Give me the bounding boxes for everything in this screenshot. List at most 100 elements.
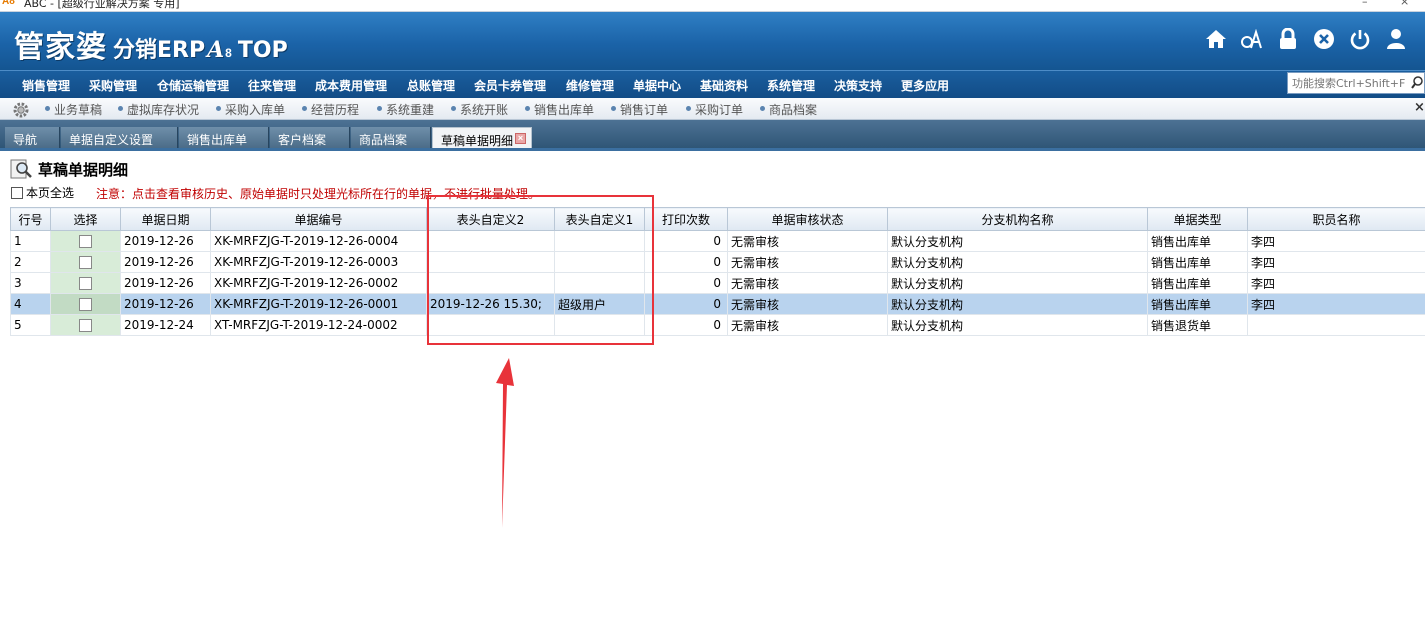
menu-warehouse[interactable]: 仓储运输管理 <box>157 77 229 94</box>
quick-link-purchase-in[interactable]: 采购入库单 <box>216 101 285 118</box>
col-select[interactable]: 选择 <box>50 207 121 231</box>
table-cell: 销售出库单 <box>1147 251 1248 273</box>
menu-more-apps[interactable]: 更多应用 <box>901 77 949 94</box>
row-select-cell[interactable] <box>50 272 121 294</box>
col-row-no[interactable]: 行号 <box>10 207 51 231</box>
minimize-icon[interactable]: – <box>1362 0 1368 8</box>
table-cell: XT-MRFZJG-T-2019-12-24-0002 <box>210 314 427 336</box>
table-cell <box>1247 314 1425 336</box>
menu-system[interactable]: 系统管理 <box>767 77 815 94</box>
row-checkbox[interactable] <box>79 298 92 311</box>
menu-basic-data[interactable]: 基础资料 <box>700 77 748 94</box>
menu-purchase[interactable]: 采购管理 <box>89 77 137 94</box>
menu-documents[interactable]: 单据中心 <box>633 77 681 94</box>
quick-link-virtual-stock[interactable]: 虚拟库存状况 <box>118 101 199 118</box>
table-cell: 无需审核 <box>727 230 888 252</box>
quick-link-history[interactable]: 经营历程 <box>302 101 359 118</box>
quick-link-sales-out[interactable]: 销售出库单 <box>525 101 594 118</box>
tab-nav[interactable]: 导航 <box>5 127 60 148</box>
close-circle-icon[interactable] <box>1311 26 1337 52</box>
table-cell: 无需审核 <box>727 251 888 273</box>
app-banner: 管家婆 分销ERP A 8 TOP <box>0 12 1425 70</box>
quick-link-draft[interactable]: 业务草稿 <box>45 101 102 118</box>
menu-sales[interactable]: 销售管理 <box>22 77 70 94</box>
table-row[interactable]: 5 2019-12-24 XT-MRFZJG-T-2019-12-24-0002 0 无… <box>10 314 1425 336</box>
quick-link-open-account[interactable]: 系统开账 <box>451 101 508 118</box>
gear-icon[interactable] <box>12 101 30 119</box>
quick-links-bar: 业务草稿 虚拟库存状况 采购入库单 经营历程 系统重建 系统开账 销售出库单 销… <box>0 98 1425 120</box>
row-select-cell[interactable] <box>50 293 121 315</box>
table-cell: 3 <box>10 272 51 294</box>
col-employee[interactable]: 职员名称 <box>1247 207 1425 231</box>
function-search <box>1287 72 1425 94</box>
row-checkbox[interactable] <box>79 235 92 248</box>
tab-customers[interactable]: 客户档案 <box>270 127 350 148</box>
col-doc-type[interactable]: 单据类型 <box>1147 207 1248 231</box>
menu-decision[interactable]: 决策支持 <box>834 77 882 94</box>
select-all-checkbox[interactable] <box>11 186 23 199</box>
menu-cost[interactable]: 成本费用管理 <box>315 77 387 94</box>
tab-close-icon[interactable]: × <box>515 133 526 144</box>
tab-products[interactable]: 商品档案 <box>351 127 431 148</box>
quick-link-product[interactable]: 商品档案 <box>760 101 817 118</box>
table-row[interactable]: 3 2019-12-26 XK-MRFZJG-T-2019-12-26-0002 0 无… <box>10 272 1425 294</box>
user-icon[interactable] <box>1383 26 1409 52</box>
quick-link-sales-order[interactable]: 销售订单 <box>611 101 668 118</box>
col-print-count[interactable]: 打印次数 <box>644 207 728 231</box>
table-cell: 默认分支机构 <box>887 251 1148 273</box>
table-cell: 销售出库单 <box>1147 230 1248 252</box>
lock-icon[interactable] <box>1275 26 1301 52</box>
tab-custom-settings[interactable]: 单据自定义设置 <box>61 127 178 148</box>
table-row[interactable]: 1 2019-12-26 XK-MRFZJG-T-2019-12-26-0004 0 无… <box>10 230 1425 252</box>
table-cell: 销售出库单 <box>1147 293 1248 315</box>
table-cell: 5 <box>10 314 51 336</box>
row-checkbox[interactable] <box>79 256 92 269</box>
draft-documents-table: 行号 选择 单据日期 单据编号 表头自定义2 表头自定义1 打印次数 单据审核状… <box>10 207 1425 336</box>
select-all[interactable]: 本页全选 <box>11 184 74 201</box>
menu-accounts[interactable]: 往来管理 <box>248 77 296 94</box>
tab-sales-out[interactable]: 销售出库单 <box>179 127 269 148</box>
table-row[interactable]: 4 2019-12-26 XK-MRFZJG-T-2019-12-26-0001 20… <box>10 293 1425 315</box>
menu-ledger[interactable]: 总账管理 <box>407 77 455 94</box>
switch-user-icon[interactable] <box>1239 26 1265 52</box>
table-cell: 2019-12-26 <box>120 293 211 315</box>
home-icon[interactable] <box>1203 26 1229 52</box>
menu-repair[interactable]: 维修管理 <box>566 77 614 94</box>
table-cell: 李四 <box>1247 293 1425 315</box>
row-select-cell[interactable] <box>50 251 121 273</box>
tab-strip: 导航 单据自定义设置 销售出库单 客户档案 商品档案 草稿单据明细 × <box>0 120 1425 148</box>
row-checkbox[interactable] <box>79 277 92 290</box>
table-cell: 2019-12-26 <box>120 272 211 294</box>
col-date[interactable]: 单据日期 <box>120 207 211 231</box>
table-cell: 0 <box>644 251 728 273</box>
table-cell: 1 <box>10 230 51 252</box>
row-checkbox[interactable] <box>79 319 92 332</box>
col-audit-status[interactable]: 单据审核状态 <box>727 207 888 231</box>
table-cell: XK-MRFZJG-T-2019-12-26-0003 <box>210 251 427 273</box>
tab-label: 销售出库单 <box>187 133 248 147</box>
quickbar-close-icon[interactable]: × <box>1414 100 1425 115</box>
col-branch[interactable]: 分支机构名称 <box>887 207 1148 231</box>
search-icon[interactable] <box>1411 76 1423 90</box>
tab-label: 单据自定义设置 <box>69 133 154 147</box>
tab-divider <box>0 148 1425 151</box>
row-select-cell[interactable] <box>50 230 121 252</box>
table-row[interactable]: 2 2019-12-26 XK-MRFZJG-T-2019-12-26-0003 0 无… <box>10 251 1425 273</box>
quick-link-rebuild[interactable]: 系统重建 <box>377 101 434 118</box>
row-select-cell[interactable] <box>50 314 121 336</box>
annotation-arrow <box>496 358 514 528</box>
table-cell: 无需审核 <box>727 293 888 315</box>
quick-link-purchase-order[interactable]: 采购订单 <box>686 101 743 118</box>
brand-top: TOP <box>237 38 288 63</box>
col-doc-no[interactable]: 单据编号 <box>210 207 427 231</box>
function-search-input[interactable] <box>1288 73 1413 93</box>
tab-label: 商品档案 <box>359 133 408 147</box>
annotation-box <box>427 195 654 345</box>
menu-member-card[interactable]: 会员卡券管理 <box>474 77 546 94</box>
tab-label: 草稿单据明细 <box>441 134 514 148</box>
table-cell: 无需审核 <box>727 314 888 336</box>
tab-draft-details[interactable]: 草稿单据明细 × <box>432 127 532 148</box>
power-icon[interactable] <box>1347 26 1373 52</box>
table-cell: XK-MRFZJG-T-2019-12-26-0004 <box>210 230 427 252</box>
window-close-icon[interactable]: × <box>1400 0 1409 8</box>
